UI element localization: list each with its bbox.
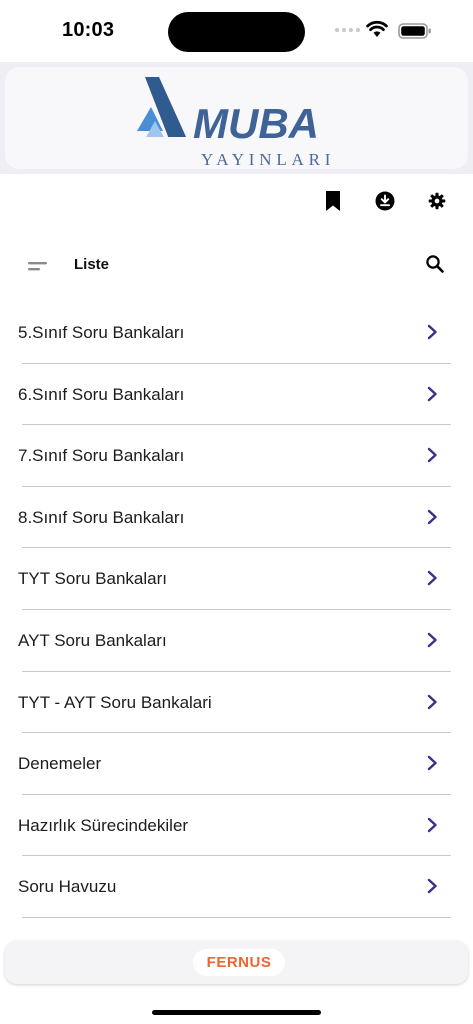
list-item-label: Hazırlık Sürecindekiler (18, 815, 189, 835)
brand-subtitle: YAYINLARI (201, 150, 336, 169)
list-item-6-sinif[interactable]: 6.Sınıf Soru Bankaları (0, 364, 473, 426)
chevron-right-icon (427, 571, 437, 586)
list-item-label: AYT Soru Bankaları (18, 630, 167, 650)
divider (22, 916, 451, 918)
fernus-logo-text: FERNUS (206, 954, 272, 971)
list-item-ayt[interactable]: AYT Soru Bankaları (0, 610, 473, 672)
list-item-tyt-ayt[interactable]: TYT - AYT Soru Bankalari (0, 672, 473, 734)
status-time: 10:03 (62, 19, 115, 41)
list-title: Liste (74, 256, 110, 273)
dynamic-island (168, 12, 305, 52)
list-item-label: Denemeler (18, 754, 102, 774)
wifi-icon (366, 20, 388, 37)
brand-name: MUBA (193, 100, 319, 147)
settings-icon[interactable] (426, 190, 448, 212)
header: MUBA YAYINLARI (0, 62, 473, 174)
chevron-right-icon (427, 694, 437, 709)
sort-icon[interactable] (27, 259, 49, 273)
list-item-hazirlik[interactable]: Hazırlık Sürecindekiler (0, 795, 473, 857)
list-item-soru-havuzu[interactable]: Soru Havuzu (0, 856, 473, 918)
chevron-right-icon (427, 447, 437, 463)
chevron-right-icon (427, 324, 437, 340)
home-indicator[interactable] (152, 1010, 321, 1015)
footer-bar: FERNUS (5, 941, 468, 984)
list-item-8-sinif[interactable]: 8.Sınıf Soru Bankaları (0, 487, 473, 549)
list-item-label: Soru Havuzu (18, 877, 117, 897)
list-item-5-sinif[interactable]: 5.Sınıf Soru Bankaları (0, 302, 473, 364)
list-item-7-sinif[interactable]: 7.Sınıf Soru Bankaları (0, 425, 473, 487)
search-icon[interactable] (425, 254, 445, 274)
chevron-right-icon (427, 817, 437, 832)
list-item-denemeler[interactable]: Denemeler (0, 733, 473, 795)
list-item-label: 8.Sınıf Soru Bankaları (18, 507, 185, 527)
status-bar: 10:03 (0, 0, 473, 62)
logo-card: MUBA YAYINLARI (5, 67, 468, 169)
download-icon[interactable] (374, 190, 396, 212)
chevron-right-icon (427, 386, 437, 401)
list-item-label: 6.Sınıf Soru Bankaları (18, 384, 185, 404)
list-item-label: TYT - AYT Soru Bankalari (18, 692, 212, 712)
fernus-badge[interactable]: FERNUS (193, 949, 285, 976)
list-item-label: 5.Sınıf Soru Bankaları (18, 323, 185, 342)
list-item-tyt[interactable]: TYT Soru Bankaları (0, 548, 473, 610)
chevron-right-icon (427, 879, 437, 894)
chevron-right-icon (427, 632, 437, 648)
cellular-signal-icon (335, 28, 361, 34)
list-item-label: 7.Sınıf Soru Bankaları (18, 446, 185, 466)
list-header: Liste (0, 242, 473, 288)
bookmark-icon[interactable] (322, 190, 344, 212)
chevron-right-icon (427, 509, 437, 524)
category-list: 5.Sınıf Soru Bankaları 6.Sınıf Soru Bank… (0, 302, 473, 918)
list-item-label: TYT Soru Bankaları (18, 569, 167, 589)
battery-icon (398, 23, 431, 39)
chevron-right-icon (427, 755, 437, 771)
